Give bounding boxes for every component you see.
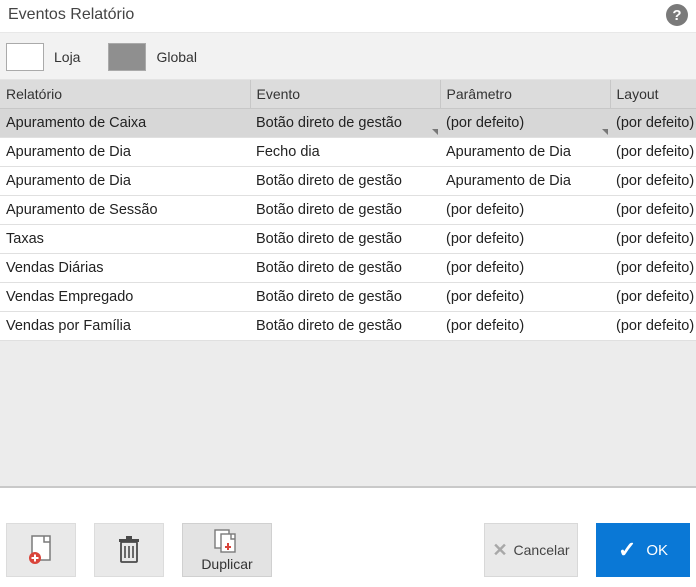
- cell-relatorio[interactable]: Apuramento de Dia: [0, 138, 250, 167]
- cancel-button[interactable]: ✕ Cancelar: [484, 523, 578, 577]
- table-row[interactable]: TaxasBotão direto de gestão(por defeito)…: [0, 225, 696, 254]
- cell-layout[interactable]: (por defeito): [610, 196, 696, 225]
- cell-parametro[interactable]: (por defeito): [440, 283, 610, 312]
- add-button[interactable]: [6, 523, 76, 577]
- table-row[interactable]: Apuramento de SessãoBotão direto de gest…: [0, 196, 696, 225]
- col-evento[interactable]: Evento: [250, 80, 440, 109]
- cell-relatorio[interactable]: Vendas por Família: [0, 312, 250, 341]
- cell-layout[interactable]: (por defeito): [610, 254, 696, 283]
- help-icon[interactable]: ?: [666, 4, 688, 26]
- reports-table: Relatório Evento Parâmetro Layout Apuram…: [0, 80, 696, 341]
- cell-evento[interactable]: Botão direto de gestão: [250, 312, 440, 341]
- table-row[interactable]: Vendas DiáriasBotão direto de gestão(por…: [0, 254, 696, 283]
- table-body: Apuramento de CaixaBotão direto de gestã…: [0, 109, 696, 341]
- chevron-down-icon: [432, 129, 438, 135]
- cell-evento[interactable]: Botão direto de gestão: [250, 109, 440, 138]
- ok-label: OK: [646, 542, 668, 559]
- duplicate-icon: [212, 528, 242, 554]
- cell-parametro[interactable]: (por defeito): [440, 196, 610, 225]
- cell-evento[interactable]: Botão direto de gestão: [250, 283, 440, 312]
- cell-layout[interactable]: (por defeito): [610, 109, 696, 138]
- scope-global[interactable]: Global: [108, 43, 196, 71]
- scope-global-label: Global: [156, 49, 196, 65]
- scope-loja[interactable]: Loja: [6, 43, 80, 71]
- titlebar: Eventos Relatório ?: [0, 0, 696, 33]
- cell-parametro[interactable]: (por defeito): [440, 225, 610, 254]
- window-title: Eventos Relatório: [8, 6, 134, 24]
- cell-layout[interactable]: (por defeito): [610, 225, 696, 254]
- cell-relatorio[interactable]: Taxas: [0, 225, 250, 254]
- ok-button[interactable]: ✓ OK: [596, 523, 690, 577]
- footer-bar: Duplicar ✕ Cancelar ✓ OK: [0, 511, 696, 587]
- cell-parametro[interactable]: Apuramento de Dia: [440, 138, 610, 167]
- table-header-row: Relatório Evento Parâmetro Layout: [0, 80, 696, 109]
- cell-evento[interactable]: Botão direto de gestão: [250, 254, 440, 283]
- cell-parametro[interactable]: Apuramento de Dia: [440, 167, 610, 196]
- cell-parametro[interactable]: (por defeito): [440, 254, 610, 283]
- table-row[interactable]: Vendas EmpregadoBotão direto de gestão(p…: [0, 283, 696, 312]
- cell-parametro[interactable]: (por defeito): [440, 109, 610, 138]
- cancel-x-icon: ✕: [492, 540, 507, 561]
- cell-layout[interactable]: (por defeito): [610, 283, 696, 312]
- cell-evento[interactable]: Botão direto de gestão: [250, 167, 440, 196]
- document-add-icon: [27, 534, 55, 566]
- duplicate-label: Duplicar: [201, 556, 252, 572]
- cell-relatorio[interactable]: Apuramento de Dia: [0, 167, 250, 196]
- cell-layout[interactable]: (por defeito): [610, 138, 696, 167]
- trash-icon: [117, 536, 141, 564]
- chevron-down-icon: [602, 129, 608, 135]
- cell-parametro[interactable]: (por defeito): [440, 312, 610, 341]
- delete-button[interactable]: [94, 523, 164, 577]
- cell-evento[interactable]: Botão direto de gestão: [250, 196, 440, 225]
- table-row[interactable]: Vendas por FamíliaBotão direto de gestão…: [0, 312, 696, 341]
- check-icon: ✓: [618, 537, 636, 563]
- scope-bar: Loja Global: [0, 33, 696, 80]
- cell-evento[interactable]: Fecho dia: [250, 138, 440, 167]
- cell-layout[interactable]: (por defeito): [610, 312, 696, 341]
- table-row[interactable]: Apuramento de DiaFecho diaApuramento de …: [0, 138, 696, 167]
- cell-relatorio[interactable]: Vendas Diárias: [0, 254, 250, 283]
- cell-relatorio[interactable]: Vendas Empregado: [0, 283, 250, 312]
- scope-loja-label: Loja: [54, 49, 80, 65]
- cell-layout[interactable]: (por defeito): [610, 167, 696, 196]
- col-layout[interactable]: Layout: [610, 80, 696, 109]
- swatch-global: [108, 43, 146, 71]
- cancel-label: Cancelar: [514, 542, 570, 558]
- swatch-loja: [6, 43, 44, 71]
- table-row[interactable]: Apuramento de CaixaBotão direto de gestã…: [0, 109, 696, 138]
- col-relatorio[interactable]: Relatório: [0, 80, 250, 109]
- table-area: Relatório Evento Parâmetro Layout Apuram…: [0, 80, 696, 488]
- cell-evento[interactable]: Botão direto de gestão: [250, 225, 440, 254]
- cell-relatorio[interactable]: Apuramento de Caixa: [0, 109, 250, 138]
- cell-relatorio[interactable]: Apuramento de Sessão: [0, 196, 250, 225]
- table-row[interactable]: Apuramento de DiaBotão direto de gestãoA…: [0, 167, 696, 196]
- duplicate-button[interactable]: Duplicar: [182, 523, 272, 577]
- col-parametro[interactable]: Parâmetro: [440, 80, 610, 109]
